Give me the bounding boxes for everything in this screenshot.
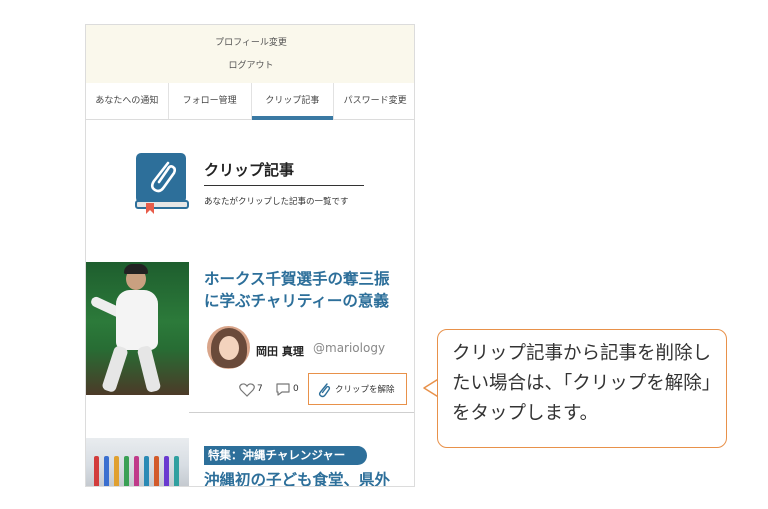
photo-detail: [124, 456, 129, 486]
photo-detail: [144, 456, 149, 486]
unclip-button[interactable]: クリップを解除: [308, 373, 407, 405]
tab-password-change[interactable]: パスワード変更: [334, 83, 414, 119]
like-count: 7: [257, 384, 263, 394]
article-title[interactable]: ホークス千賀選手の奪三振に学ぶチャリティーの意義: [204, 268, 404, 312]
heart-icon[interactable]: [239, 383, 255, 397]
mypage-tabs: あなたへの通知 フォロー管理 クリップ記事 パスワード変更: [86, 83, 414, 120]
photo-detail: [104, 456, 109, 486]
section-description: あなたがクリップした記事の一覧です: [204, 197, 349, 207]
callout-pointer-cover: [440, 382, 444, 394]
author-handle[interactable]: @mariology: [313, 341, 385, 355]
paperclip-icon: [318, 383, 331, 398]
tab-follow-management[interactable]: フォロー管理: [169, 83, 252, 119]
photo-detail: [101, 344, 129, 394]
section-title: クリップ記事: [204, 161, 295, 179]
avatar-detail: [219, 336, 239, 360]
section-divider: [204, 185, 364, 186]
photo-detail: [114, 456, 119, 486]
logout-link[interactable]: ログアウト: [86, 58, 414, 71]
phone-screen: プロフィール変更 ログアウト あなたへの通知 フォロー管理 クリップ記事 パスワ…: [85, 24, 415, 487]
photo-detail: [136, 344, 162, 394]
tab-notifications[interactable]: あなたへの通知: [86, 83, 169, 119]
photo-detail: [134, 456, 139, 486]
author-name[interactable]: 岡田 真理: [256, 343, 304, 359]
feature-tag-badge[interactable]: 特集：沖縄チャレンジャー: [204, 446, 367, 465]
photo-detail: [164, 456, 169, 486]
account-menu: プロフィール変更 ログアウト: [86, 25, 414, 83]
photo-detail: [94, 456, 99, 486]
unclip-label: クリップを解除: [335, 385, 395, 395]
comment-icon[interactable]: [275, 382, 291, 397]
article-title[interactable]: 沖縄初の子ども食堂、県外: [204, 468, 409, 486]
profile-change-link[interactable]: プロフィール変更: [86, 35, 414, 48]
comment-count: 0: [293, 384, 299, 394]
tab-clipped-articles[interactable]: クリップ記事: [251, 83, 335, 120]
article-thumbnail[interactable]: [86, 262, 189, 395]
author-avatar[interactable]: [207, 326, 250, 369]
article-thumbnail[interactable]: [86, 438, 189, 486]
photo-detail: [154, 456, 159, 486]
callout-text: クリップ記事から記事を削除したい場合は、「クリップを解除」をタップします。: [452, 343, 721, 424]
photo-detail: [124, 264, 148, 274]
clip-book-icon: [135, 153, 189, 214]
photo-detail: [174, 456, 179, 486]
photo-detail: [116, 290, 158, 350]
